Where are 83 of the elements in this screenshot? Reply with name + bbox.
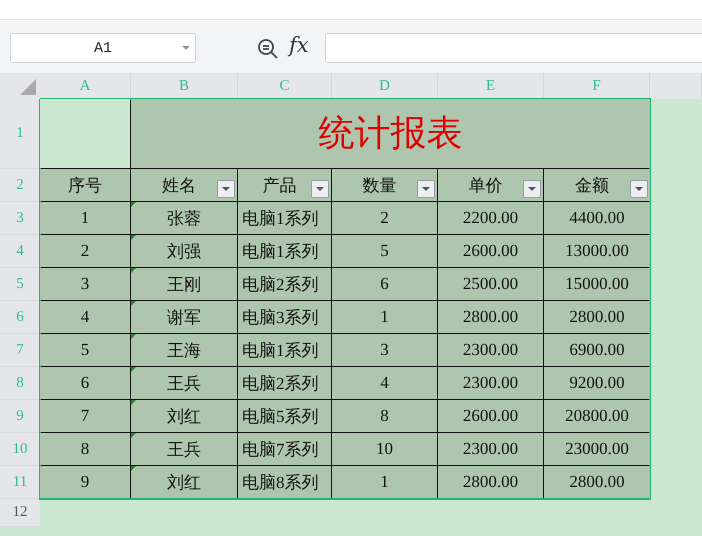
table-cell: 电脑5系列 [238,400,331,432]
row-header[interactable]: 11 [0,466,40,499]
row-header[interactable]: 8 [0,367,40,400]
table-cell: 刘红 [131,466,237,498]
row-header[interactable]: 10 [0,433,40,466]
table-cell: 1 [332,301,437,333]
row-header[interactable]: 4 [0,235,40,268]
table-cell: 2800.00 [544,301,650,333]
table-cell: 谢军 [131,301,237,333]
table-cell: 20800.00 [544,400,650,432]
cell-reference: A1 [94,40,112,56]
table-cell: 刘红 [131,400,237,432]
row-header[interactable]: 2 [0,169,40,202]
table-cell: 2 [40,235,130,267]
table-cell: 4 [40,301,130,333]
table-cell: 13000.00 [544,235,650,267]
table-cell: 2600.00 [438,235,543,267]
table-cell: 2500.00 [438,268,543,300]
table-cell: 刘强 [131,235,237,267]
table-cell: 4400.00 [544,202,650,234]
row-header[interactable]: 7 [0,334,40,367]
table-cell: 10 [332,433,437,465]
table-cell: 电脑3系列 [238,301,331,333]
table-cell: 8 [332,400,437,432]
row-header[interactable]: 5 [0,268,40,301]
table-cell: 23000.00 [544,433,650,465]
zoom-icon[interactable] [257,38,279,60]
table-cell: 4 [332,367,437,399]
row-header[interactable]: 3 [0,202,40,235]
table-cell: 2600.00 [438,400,543,432]
triangle-icon [20,79,36,95]
table-cell: 电脑1系列 [238,235,331,267]
table-cell: 王刚 [131,268,237,300]
column-title: 数量 [362,174,396,196]
table-cell: 2800.00 [544,466,650,498]
table-cell: 2300.00 [438,334,543,366]
name-box[interactable]: A1 [10,33,196,63]
table-cell: 7 [40,400,130,432]
table-cell: 王兵 [131,433,237,465]
column-title: 姓名 [162,174,196,196]
row-header[interactable]: 12 [0,499,40,527]
table-cell: 2200.00 [438,202,543,234]
table-cell: 3 [40,268,130,300]
table-cell: 6 [40,367,130,399]
table-cell: 2800.00 [438,466,543,498]
table-cell: 6900.00 [544,334,650,366]
table-cell: 15000.00 [544,268,650,300]
table-cell: 2 [332,202,437,234]
table-cell: 1 [40,202,130,234]
row-header[interactable]: 9 [0,400,40,433]
table-cell: 电脑2系列 [238,367,331,399]
column-title: 金额 [575,174,609,196]
table-cell: 电脑7系列 [238,433,331,465]
filter-button[interactable] [630,180,648,198]
filter-button[interactable] [311,180,329,198]
table-cell: 2300.00 [438,433,543,465]
table-cell: 9 [40,466,130,498]
table-cell: 5 [332,235,437,267]
table-cell: 5 [40,334,130,366]
table-cell: 2800.00 [438,301,543,333]
table-cell: 2300.00 [438,367,543,399]
table-title: 统计报表 [131,99,650,168]
table-cell: 电脑1系列 [238,334,331,366]
table-cell: 电脑2系列 [238,268,331,300]
table-cell: 3 [332,334,437,366]
column-title: 产品 [262,174,296,196]
table-cell: 电脑8系列 [238,466,331,498]
table-cell: 王兵 [131,367,237,399]
table-cell: 张蓉 [131,202,237,234]
table-cell: 8 [40,433,130,465]
table-cell: 电脑1系列 [238,202,331,234]
row-header[interactable]: 6 [0,301,40,334]
column-title: 单价 [468,174,502,196]
table-cell: 9200.00 [544,367,650,399]
function-button[interactable]: fx [289,33,309,57]
filter-button[interactable] [417,180,435,198]
filter-button[interactable] [217,180,235,198]
table-cell: 6 [332,268,437,300]
filter-button[interactable] [523,180,541,198]
column-title: 序号 [68,174,102,196]
row-header[interactable]: 1 [0,99,40,169]
table-cell: 1 [332,466,437,498]
table-cell: 王海 [131,334,237,366]
